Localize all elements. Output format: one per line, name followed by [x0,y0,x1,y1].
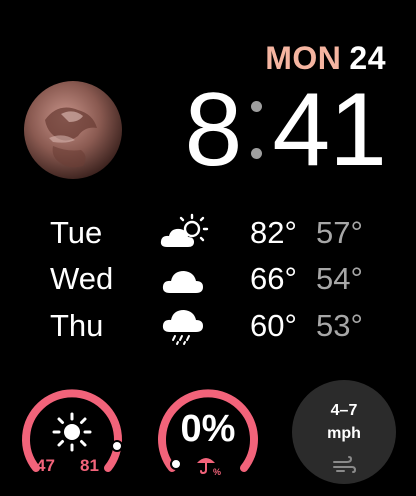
forecast-high: 66° [250,261,297,296]
forecast-high: 82° [250,215,297,250]
forecast-row-tue[interactable]: Tue 82° 57° [50,213,390,253]
umbrella-percent-label: % [213,467,221,476]
wind-speed-unit: mph [327,425,361,442]
forecast-day: Tue [50,215,103,250]
forecast-low: 57° [316,215,363,250]
wind-icon [333,456,356,473]
uv-low-value: 47 [36,456,55,475]
forecast-low: 54° [316,261,363,296]
rain-cloud-icon [162,310,203,345]
forecast-row-thu[interactable]: Thu 60° 53° [50,306,390,346]
uv-high-value: 81 [80,456,99,475]
day-number: 24 [349,40,386,76]
forecast-row-wed[interactable]: Wed 66° 54° [50,259,390,299]
sun-icon [52,412,92,452]
time-display: 8 41 [184,72,387,188]
umbrella-icon: % [197,458,221,476]
time-hour: 8 [184,72,242,188]
time-colon [251,90,263,170]
earth-icon[interactable] [23,80,123,180]
forecast-low: 53° [316,308,363,343]
wind-speed-complication[interactable]: 4–7 mph [292,380,396,484]
wind-speed-value: 4–7 [330,402,358,419]
partly-sunny-icon [160,213,209,247]
forecast-day: Thu [50,308,104,343]
forecast-high: 60° [250,308,297,343]
time-minute: 41 [272,72,387,188]
rain-chance-value: 0% [180,408,236,450]
forecast-day: Wed [50,261,114,296]
weekday-label: MON [265,40,342,76]
cloud-icon [162,271,203,293]
rain-chance-complication[interactable]: 0% % [156,380,260,484]
uv-index-complication[interactable]: 47 81 [20,380,124,484]
